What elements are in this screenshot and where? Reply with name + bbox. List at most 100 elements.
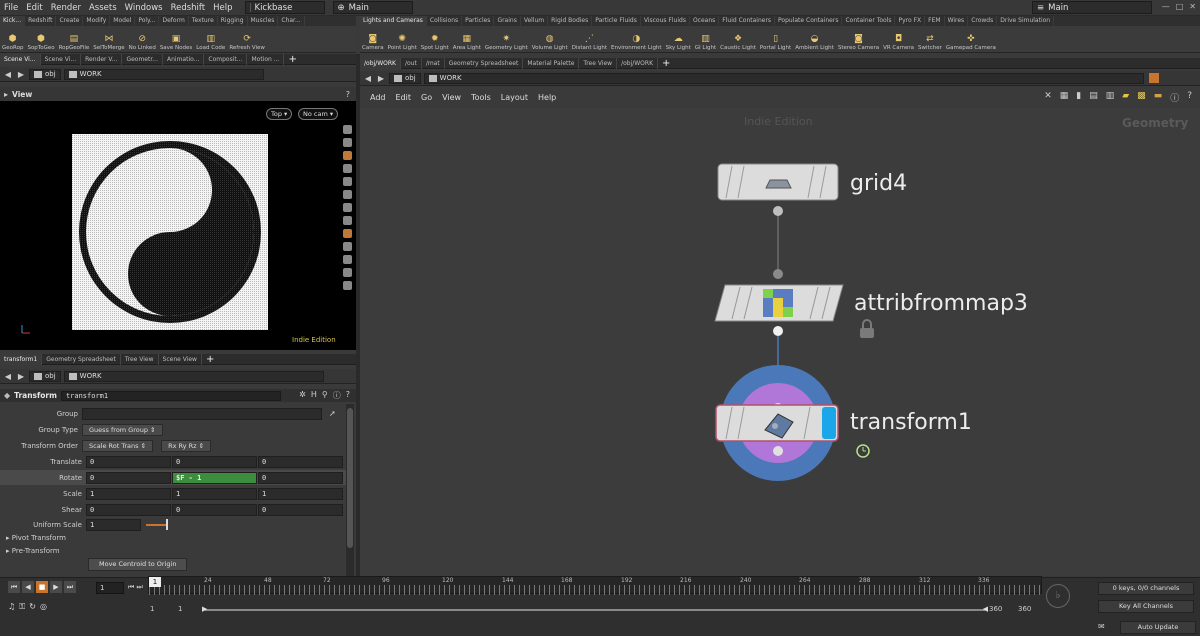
path-root[interactable]: obj <box>29 370 61 382</box>
shelf-tab[interactable]: Create <box>56 16 84 26</box>
slider-handle[interactable] <box>166 518 168 530</box>
shelf-tab[interactable]: Char... <box>278 16 305 26</box>
step-icons[interactable]: ⏮ ⏭ <box>128 583 143 592</box>
tool-refreshview[interactable]: ⟳ Refresh View <box>227 34 267 53</box>
eye-icon[interactable] <box>342 125 352 134</box>
rotate-x[interactable]: 0 <box>86 471 171 484</box>
translate-x[interactable]: 0 <box>86 455 171 468</box>
menu-help[interactable]: Help <box>209 3 236 13</box>
shelf-tab[interactable]: Drive Simulation <box>997 16 1055 26</box>
shelf-tab[interactable]: Container Tools <box>842 16 896 26</box>
group-type-dropdown[interactable]: Guess from Group ⇕ <box>82 423 163 436</box>
back-arrow-icon[interactable]: ◀ <box>3 70 13 79</box>
help-icon[interactable]: ? <box>346 390 350 401</box>
shelf-tab[interactable]: Populate Containers <box>775 16 843 26</box>
houdini-icon[interactable]: H <box>311 390 317 401</box>
play-reverse-icon[interactable]: ◀ <box>22 581 34 593</box>
move-centroid-button[interactable]: Move Centroid to Origin <box>88 558 188 571</box>
scale-z[interactable]: 1 <box>258 487 343 500</box>
camera-icon[interactable] <box>342 216 352 225</box>
maximize-icon[interactable]: □ <box>1176 2 1184 11</box>
forward-arrow-icon[interactable]: ▶ <box>16 372 26 381</box>
range-handle-right[interactable]: ◀ <box>983 605 988 613</box>
path-node[interactable]: WORK <box>423 72 1144 84</box>
translate-y[interactable]: 0 <box>172 455 257 468</box>
key-all-channels-button[interactable]: Key All Channels <box>1098 600 1194 613</box>
shelf-tab[interactable]: Particles <box>462 16 495 26</box>
scene-viewport[interactable] <box>0 101 356 350</box>
range-slider[interactable]: ▶ ◀ <box>202 605 988 613</box>
help-icon[interactable]: ? <box>1187 91 1192 104</box>
list-icon[interactable]: ▥ <box>1106 91 1115 104</box>
info-icon[interactable]: ⓘ <box>333 390 341 401</box>
wrench-icon[interactable]: ✕ <box>1044 91 1052 104</box>
net-menu-help[interactable]: Help <box>538 93 556 102</box>
shelf-tab[interactable]: Wires <box>945 16 969 26</box>
tool-area-light[interactable]: ▦ Area Light <box>451 34 483 53</box>
gear-icon[interactable]: ✲ <box>299 390 306 401</box>
search-icon[interactable]: ⚲ <box>322 390 328 401</box>
auto-update-button[interactable]: Auto Update <box>1120 621 1196 634</box>
shelf-tab[interactable]: Crowds <box>968 16 998 26</box>
tab-geometry[interactable]: Geometr... <box>122 53 163 65</box>
tool-camera[interactable]: ◙ Camera <box>360 34 386 53</box>
tool-soptogeo[interactable]: ⬢ SopToGeo <box>25 34 56 53</box>
shear-y[interactable]: 0 <box>172 503 257 516</box>
stop-icon[interactable]: ■ <box>36 581 48 593</box>
shear-x[interactable]: 0 <box>86 503 171 516</box>
table-icon[interactable]: ▤ <box>1089 91 1098 104</box>
rotation-order-dropdown[interactable]: Rx Ry Rz ⇕ <box>161 439 212 452</box>
shelf-tab[interactable]: FEM <box>925 16 945 26</box>
tool-volume-light[interactable]: ◍ Volume Light <box>530 34 570 53</box>
timeline-marker[interactable]: 1 <box>149 577 161 587</box>
chat-icon[interactable]: ✉ <box>1098 622 1105 631</box>
help-icon[interactable]: ? <box>346 90 350 99</box>
view-top-button[interactable]: Top ▾ <box>266 108 293 120</box>
shelf-tab[interactable]: Deform <box>159 16 189 26</box>
tab-composite[interactable]: Composit... <box>204 53 248 65</box>
path-root[interactable]: obj <box>29 68 61 80</box>
loop-icon[interactable]: ↻ <box>29 602 36 612</box>
info-icon[interactable]: ⓘ <box>1170 91 1179 104</box>
pin-icon[interactable] <box>1148 73 1159 83</box>
net-menu-layout[interactable]: Layout <box>501 93 528 102</box>
tool-portal-light[interactable]: ▯ Portal Light <box>758 34 793 53</box>
tab-out[interactable]: /out <box>401 57 422 69</box>
tab-obj-work-2[interactable]: /obj/WORK <box>617 57 659 69</box>
menu-assets[interactable]: Assets <box>85 3 121 13</box>
group-field[interactable] <box>82 407 322 420</box>
tool-switcher[interactable]: ⇄ Switcher <box>916 34 944 53</box>
menu-windows[interactable]: Windows <box>121 3 167 13</box>
tool-spot-light[interactable]: ✹ Spot Light <box>419 34 451 53</box>
net-menu-tools[interactable]: Tools <box>471 93 491 102</box>
light-icon[interactable] <box>342 190 352 199</box>
shelf-tab[interactable]: Modify <box>83 16 111 26</box>
shading-icon[interactable] <box>342 164 352 173</box>
select-arrow-icon[interactable]: ➚ <box>329 409 336 418</box>
range-start-2[interactable]: 1 <box>178 605 182 613</box>
first-frame-icon[interactable]: ⏮ <box>8 581 20 593</box>
close-icon[interactable]: ✕ <box>1189 2 1196 11</box>
net-menu-add[interactable]: Add <box>370 93 386 102</box>
shelf-tab[interactable]: Fluid Containers <box>719 16 776 26</box>
menu-file[interactable]: File <box>0 3 22 13</box>
path-node[interactable]: WORK <box>63 370 324 382</box>
shelf-tab[interactable]: Particle Fluids <box>592 16 641 26</box>
tool-seltomerge[interactable]: ⋈ SelToMerge <box>91 34 126 53</box>
range-start[interactable]: 1 <box>150 605 154 613</box>
net-menu-go[interactable]: Go <box>421 93 432 102</box>
menu-edit[interactable]: Edit <box>22 3 46 13</box>
key-icon[interactable]: ⚿ <box>19 602 25 612</box>
tab-obj-work[interactable]: /obj/WORK <box>360 57 401 69</box>
shear-z[interactable]: 0 <box>258 503 343 516</box>
shelf-tab[interactable]: Rigid Bodies <box>548 16 593 26</box>
tool-gi-light[interactable]: ▥ GI Light <box>693 34 718 53</box>
minimize-icon[interactable]: — <box>1162 2 1170 11</box>
tool-ropgeofile[interactable]: ▤ RopGeoFile <box>57 34 92 53</box>
tool-caustic-light[interactable]: ❖ Caustic Light <box>718 34 758 53</box>
transform-order-dropdown[interactable]: Scale Rot Trans ⇕ <box>82 439 154 452</box>
node-name-attribfrommap3[interactable]: attribfrommap3 <box>854 291 1028 316</box>
network-editor[interactable] <box>360 108 1200 576</box>
shelf-tab[interactable]: Rigging <box>218 16 248 26</box>
pivot-transform-folder[interactable]: ▸ Pivot Transform <box>6 534 66 542</box>
